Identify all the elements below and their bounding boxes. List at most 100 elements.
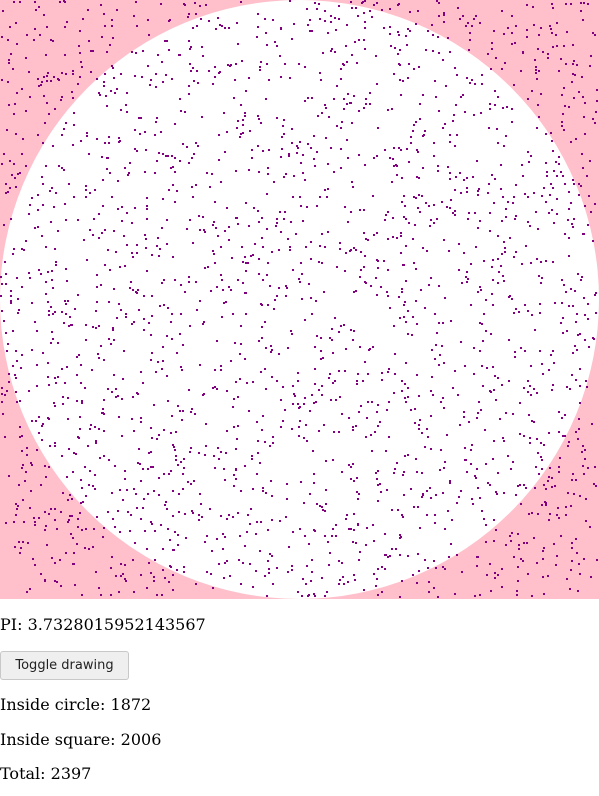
- sample-point: [58, 165, 60, 167]
- sample-point: [46, 544, 48, 546]
- sample-point: [276, 295, 278, 297]
- sample-point: [50, 342, 52, 344]
- sample-point: [3, 320, 5, 322]
- sample-point: [235, 63, 237, 65]
- sample-point: [318, 3, 320, 5]
- sample-point: [332, 352, 334, 354]
- sample-point: [65, 313, 67, 315]
- sample-point: [73, 124, 75, 126]
- sample-point: [85, 189, 87, 191]
- sample-point: [197, 145, 199, 147]
- sample-point: [320, 337, 322, 339]
- sample-point: [310, 147, 312, 149]
- sample-point: [436, 0, 438, 2]
- sample-point: [299, 196, 301, 198]
- sample-point: [395, 548, 397, 550]
- sample-point: [216, 538, 218, 540]
- sample-point: [526, 542, 528, 544]
- sample-point: [419, 103, 421, 105]
- sample-point: [284, 211, 286, 213]
- sample-point: [558, 431, 560, 433]
- sample-point: [260, 61, 262, 63]
- sample-point: [140, 371, 142, 373]
- pi-label: PI:: [0, 615, 23, 634]
- sample-point: [582, 167, 584, 169]
- sample-point: [181, 419, 183, 421]
- sample-point: [198, 519, 200, 521]
- sample-point: [336, 125, 338, 127]
- sample-point: [548, 212, 550, 214]
- sample-point: [21, 467, 23, 469]
- sample-point: [262, 150, 264, 152]
- sample-point: [270, 351, 272, 353]
- sample-point: [61, 311, 63, 313]
- sample-point: [558, 411, 560, 413]
- sample-point: [338, 18, 340, 20]
- sample-point: [527, 573, 529, 575]
- sample-point: [571, 547, 573, 549]
- sample-point: [492, 304, 494, 306]
- sample-point: [271, 251, 273, 253]
- sample-point: [437, 36, 439, 38]
- sample-point: [136, 150, 138, 152]
- sample-point: [258, 340, 260, 342]
- sample-point: [204, 231, 206, 233]
- sample-point: [193, 480, 195, 482]
- sample-point: [74, 308, 76, 310]
- sample-point: [479, 594, 481, 596]
- sample-point: [145, 238, 147, 240]
- sample-point: [62, 396, 64, 398]
- sample-point: [148, 452, 150, 454]
- sample-point: [16, 508, 18, 510]
- sample-point: [264, 321, 266, 323]
- sample-point: [289, 249, 291, 251]
- sample-point: [158, 477, 160, 479]
- sample-point: [364, 0, 366, 2]
- sample-point: [124, 578, 126, 580]
- sample-point: [463, 416, 465, 418]
- sample-point: [92, 50, 94, 52]
- sample-point: [513, 556, 515, 558]
- sample-point: [95, 442, 97, 444]
- sample-point: [124, 564, 126, 566]
- sample-point: [262, 279, 264, 281]
- sample-point: [14, 546, 16, 548]
- sample-point: [89, 192, 91, 194]
- sample-point: [456, 502, 458, 504]
- sample-point: [569, 588, 571, 590]
- sample-point: [147, 65, 149, 67]
- sample-point: [98, 92, 100, 94]
- sample-point: [13, 521, 15, 523]
- sample-point: [244, 112, 246, 114]
- sample-point: [47, 362, 49, 364]
- sample-point: [349, 250, 351, 252]
- sample-point: [185, 537, 187, 539]
- sample-point: [232, 406, 234, 408]
- sample-point: [409, 11, 411, 13]
- sample-point: [252, 488, 254, 490]
- sample-point: [334, 317, 336, 319]
- sample-point: [417, 151, 419, 153]
- sample-point: [401, 380, 403, 382]
- sample-point: [262, 415, 264, 417]
- sample-point: [50, 80, 52, 82]
- sample-point: [480, 409, 482, 411]
- sample-point: [188, 93, 190, 95]
- sample-point: [239, 353, 241, 355]
- sample-point: [401, 514, 403, 516]
- sample-point: [72, 73, 74, 75]
- sample-point: [55, 192, 57, 194]
- sample-point: [344, 206, 346, 208]
- sample-point: [387, 556, 389, 558]
- toggle-drawing-button[interactable]: Toggle drawing: [0, 651, 129, 680]
- sample-point: [355, 542, 357, 544]
- sample-point: [539, 350, 541, 352]
- sample-point: [407, 77, 409, 79]
- monte-carlo-canvas: [0, 0, 599, 599]
- sample-point: [236, 217, 238, 219]
- sample-point: [535, 66, 537, 68]
- sample-point: [582, 233, 584, 235]
- sample-point: [141, 76, 143, 78]
- sample-point: [549, 194, 551, 196]
- sample-point: [248, 169, 250, 171]
